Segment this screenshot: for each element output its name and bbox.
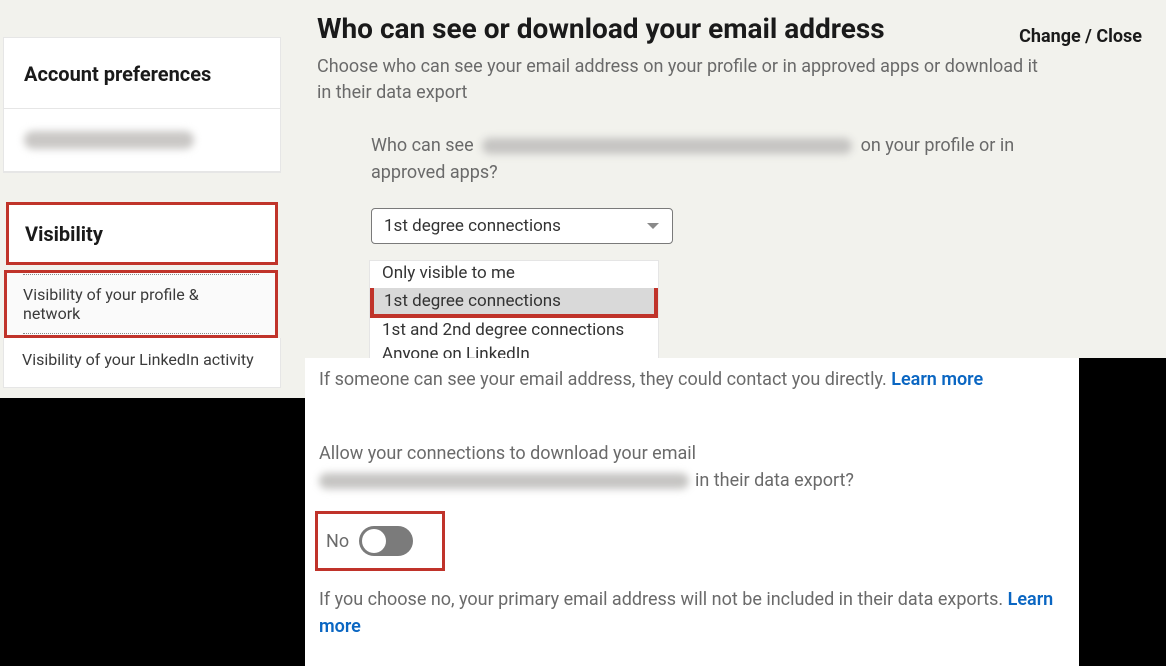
visibility-dropdown: Only visible to me 1st degree connection… [369,260,659,367]
main-body-area: If someone can see your email address, t… [305,358,1079,666]
dropdown-option-first-second-degree[interactable]: 1st and 2nd degree connections [370,318,658,342]
sidebar-item-label: Visibility of your profile & network [23,274,259,334]
visibility-select[interactable]: 1st degree connections [371,208,673,244]
who-can-see-prefix: Who can see [371,135,474,156]
sidebar-section-signin-security[interactable] [4,109,280,172]
main-header-area: Who can see or download your email addre… [305,0,1166,358]
email-blurred-2 [319,473,689,489]
page-title: Who can see or download your email addre… [317,12,885,45]
sidebar-card: Account preferences [3,37,281,173]
page-subtitle: Choose who can see your email address on… [317,54,1049,106]
sidebar-section-visibility[interactable]: Visibility [6,202,278,265]
export-info-text: If you choose no, your primary email add… [319,586,1059,640]
export-info-text-body: If you choose no, your primary email add… [319,589,1008,610]
allow-download-suffix: in their data export? [695,470,854,491]
contact-info-text: If someone can see your email address, t… [319,366,1059,393]
dropdown-option-first-degree[interactable]: 1st degree connections [370,288,658,318]
blurred-text [24,131,194,149]
who-can-see-line: Who can see on your profile or in approv… [371,132,1091,186]
sidebar-item-visibility-activity[interactable]: Visibility of your LinkedIn activity [3,338,281,388]
download-toggle[interactable] [359,526,413,556]
change-close-link[interactable]: Change / Close [1019,26,1142,47]
dropdown-option-only-me[interactable]: Only visible to me [370,261,658,288]
sidebar-item-visibility-profile-network[interactable]: Visibility of your profile & network [4,270,278,338]
chevron-down-icon [646,219,660,233]
select-value: 1st degree connections [384,216,561,236]
settings-sidebar: Account preferences Visibility Visibilit… [0,0,305,398]
learn-more-link-1[interactable]: Learn more [891,369,983,390]
toggle-label: No [326,531,349,552]
sidebar-section-account-preferences[interactable]: Account preferences [4,38,280,109]
allow-download-prefix: Allow your connections to download your … [319,440,1059,467]
toggle-knob [362,529,386,553]
download-toggle-group: No [315,511,445,571]
email-blurred [482,138,852,154]
allow-download-text: Allow your connections to download your … [319,440,1059,494]
contact-info-text-body: If someone can see your email address, t… [319,369,891,390]
